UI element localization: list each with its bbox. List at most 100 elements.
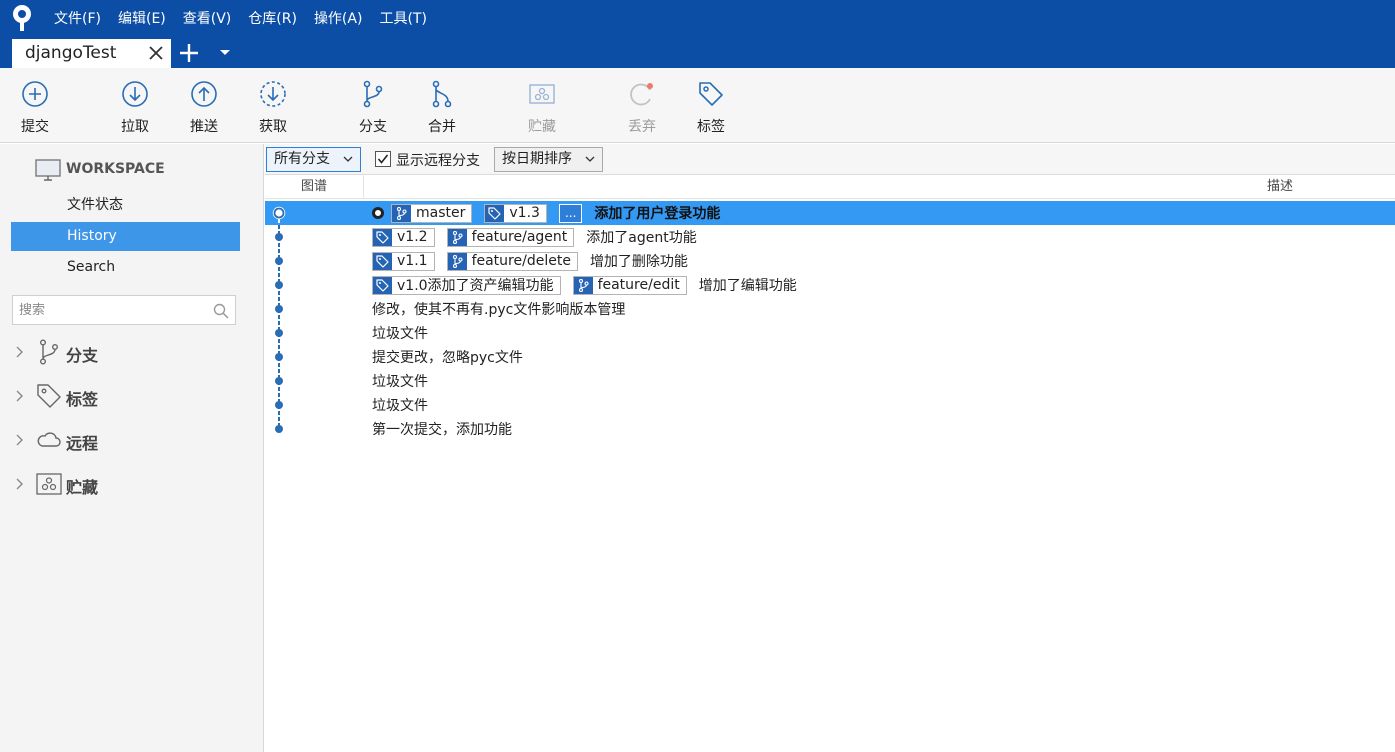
- sidebar-item-history[interactable]: History: [11, 222, 240, 251]
- branch-icon: [447, 252, 467, 270]
- commit-row[interactable]: 垃圾文件: [265, 369, 1395, 393]
- branch-label[interactable]: feature/agent: [446, 227, 575, 247]
- checkbox[interactable]: [375, 151, 391, 167]
- branch-filter-value: 所有分支: [274, 151, 330, 167]
- branch-label[interactable]: master: [391, 203, 473, 223]
- tag-button[interactable]: 标签: [681, 68, 741, 143]
- tag-label[interactable]: v1.1: [372, 251, 435, 271]
- tree-tags[interactable]: 标签: [14, 381, 254, 411]
- search-input[interactable]: [13, 296, 203, 324]
- graph-node: [275, 297, 283, 321]
- tree-remotes[interactable]: 远程: [14, 425, 254, 455]
- graph-node: [275, 417, 283, 433]
- commit-row[interactable]: 第一次提交，添加功能: [265, 417, 1395, 441]
- commit-row[interactable]: 垃圾文件: [265, 321, 1395, 345]
- graph-node: [272, 206, 286, 225]
- commit-message: 增加了删除功能: [589, 254, 688, 270]
- history-panel: 所有分支 显示远程分支 按日期排序 图谱 描述 master v1.3... 添加了…: [265, 144, 1395, 752]
- sort-dropdown[interactable]: 按日期排序: [494, 147, 603, 172]
- tree-stashes[interactable]: 贮藏: [14, 469, 254, 499]
- graph-node: [275, 273, 283, 297]
- tab-djangotest[interactable]: djangoTest: [12, 39, 171, 68]
- sidebar-item-search[interactable]: Search: [11, 253, 240, 282]
- ref-name: feature/delete: [471, 253, 571, 269]
- commit-button[interactable]: 提交: [5, 68, 65, 143]
- chevron-down-icon[interactable]: [219, 49, 231, 57]
- graph-node: [275, 225, 283, 249]
- menu-actions[interactable]: 操作(A): [314, 8, 363, 28]
- branch-button[interactable]: 分支: [343, 68, 403, 143]
- graph-node: [275, 249, 283, 273]
- chevron-right-icon: [16, 390, 23, 402]
- menu-view[interactable]: 查看(V): [183, 8, 232, 28]
- more-refs-button[interactable]: ...: [558, 203, 583, 223]
- commit-row[interactable]: master v1.3... 添加了用户登录功能: [265, 201, 1395, 225]
- commit-row[interactable]: v1.2 feature/agent 添加了agent功能: [265, 225, 1395, 249]
- menu-file[interactable]: 文件(F): [54, 8, 101, 28]
- sort-value: 按日期排序: [502, 151, 572, 167]
- ref-name: v1.3: [509, 205, 540, 221]
- checkmark-icon: [377, 154, 389, 164]
- fetch-button[interactable]: 获取: [243, 68, 303, 143]
- discard-button[interactable]: 丢弃: [612, 68, 672, 143]
- commit-row[interactable]: 提交更改，忽略pyc文件: [265, 345, 1395, 369]
- branch-filter-dropdown[interactable]: 所有分支: [266, 147, 361, 172]
- commit-icon: [22, 81, 48, 107]
- column-graph[interactable]: 图谱: [265, 175, 364, 199]
- commit-row[interactable]: 修改，使其不再有.pyc文件影响版本管理: [265, 297, 1395, 321]
- pull-button[interactable]: 拉取: [105, 68, 165, 143]
- sidebar: WORKSPACE 文件状态 History Search 分支 标签: [0, 144, 264, 752]
- ref-name: feature/agent: [471, 229, 568, 245]
- branch-label[interactable]: feature/delete: [446, 251, 578, 271]
- commit-description: 垃圾文件: [372, 393, 428, 417]
- tag-label[interactable]: v1.3: [484, 203, 547, 223]
- sourcetree-logo-icon: [13, 5, 31, 31]
- push-button[interactable]: 推送: [174, 68, 234, 143]
- tree-label-stashes: 贮藏: [66, 478, 99, 497]
- commit-message: 垃圾文件: [372, 398, 428, 414]
- column-description[interactable]: 描述: [1267, 175, 1293, 199]
- push-icon: [191, 81, 217, 107]
- commit-row[interactable]: v1.0添加了资产编辑功能 feature/edit 增加了编辑功能: [265, 273, 1395, 297]
- menu-tools[interactable]: 工具(T): [379, 8, 426, 28]
- monitor-icon: [35, 159, 61, 181]
- menu-repository[interactable]: 仓库(R): [248, 8, 297, 28]
- branch-label[interactable]: feature/edit: [572, 275, 687, 295]
- commit-message: 修改，使其不再有.pyc文件影响版本管理: [372, 302, 626, 318]
- ref-name: v1.0添加了资产编辑功能: [397, 278, 554, 294]
- chevron-right-icon: [16, 478, 23, 490]
- workspace-heading: WORKSPACE: [66, 161, 165, 177]
- tag-icon: [485, 204, 505, 222]
- tag-icon: [373, 228, 392, 246]
- toolbar: 提交 拉取 推送 获取 分支 合并 贮藏 丢弃 标签: [0, 68, 1395, 143]
- commit-message: 垃圾文件: [372, 326, 428, 342]
- ref-name: v1.1: [397, 253, 428, 269]
- tag-icon: [373, 276, 392, 294]
- commit-row[interactable]: v1.1 feature/delete 增加了删除功能: [265, 249, 1395, 273]
- pull-label: 拉取: [121, 119, 149, 135]
- tree-label-remotes: 远程: [66, 434, 99, 453]
- stash-button[interactable]: 贮藏: [512, 68, 572, 143]
- add-tab-icon[interactable]: [178, 42, 200, 64]
- sidebar-item-file-status[interactable]: 文件状态: [11, 191, 240, 220]
- push-label: 推送: [190, 119, 218, 135]
- close-icon[interactable]: [147, 44, 165, 62]
- fetch-label: 获取: [259, 119, 287, 135]
- commit-message: 提交更改，忽略pyc文件: [372, 350, 523, 366]
- stash-label: 贮藏: [528, 119, 556, 135]
- graph-node: [275, 393, 283, 417]
- tree-branches[interactable]: 分支: [14, 337, 254, 367]
- merge-button[interactable]: 合并: [412, 68, 472, 143]
- tag-label[interactable]: v1.2: [372, 227, 435, 247]
- branch-icon: [392, 204, 411, 222]
- commit-row[interactable]: 垃圾文件: [265, 393, 1395, 417]
- commit-description: master v1.3... 添加了用户登录功能: [372, 201, 720, 225]
- chevron-right-icon: [16, 346, 23, 358]
- tag-label[interactable]: v1.0添加了资产编辑功能: [372, 275, 561, 295]
- chevron-down-icon: [343, 156, 353, 162]
- tab-row: djangoTest: [0, 36, 1395, 68]
- menu-edit[interactable]: 编辑(E): [118, 8, 166, 28]
- commit-description: 第一次提交，添加功能: [372, 417, 512, 441]
- tab-label: djangoTest: [25, 43, 117, 63]
- branch-icon: [573, 276, 593, 294]
